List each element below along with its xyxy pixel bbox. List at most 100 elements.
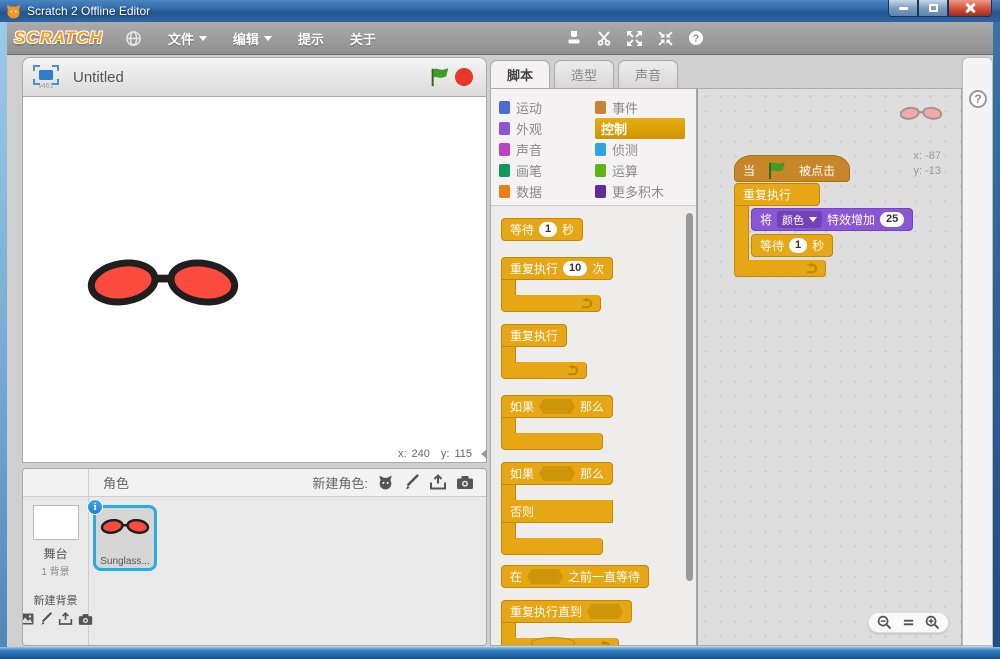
window-border-bottom (0, 647, 1000, 659)
help-strip: ? (962, 57, 993, 646)
sprite-panel: 角色 新建角色: 舞台 1 背景 新建背景 i Sunglass... (22, 468, 487, 646)
minimize-icon (898, 6, 908, 10)
backdrop-library-icon[interactable] (23, 613, 34, 625)
minimize-button[interactable] (888, 0, 918, 17)
stage-thumbnail[interactable] (32, 505, 79, 540)
block-wait-until[interactable]: 在之前一直等待 (501, 565, 650, 588)
duplicate-stamp-icon[interactable] (566, 30, 582, 46)
fullscreen-button[interactable]: v461 (33, 64, 59, 90)
loop-arrow-icon (734, 260, 826, 277)
green-flag-button[interactable] (428, 65, 452, 89)
language-globe-icon[interactable] (125, 30, 142, 47)
grow-sprite-icon[interactable] (626, 30, 643, 47)
chevron-down-icon (198, 35, 207, 41)
chevron-down-icon (263, 35, 272, 41)
svg-text:?: ? (693, 34, 699, 45)
script-stack[interactable]: 当 被点击 重复执行 将 颜色 特效增加 25 等待 1 秒 (734, 155, 914, 277)
category-looks[interactable]: 外观 (499, 118, 595, 139)
mouse-x-value: 240 (411, 447, 430, 460)
paint-new-sprite-icon[interactable] (403, 474, 420, 491)
stop-icon (455, 68, 473, 86)
stage-header: v461 Untitled (22, 57, 487, 97)
effect-dropdown[interactable]: 颜色 (777, 211, 823, 228)
tab-costumes[interactable]: 造型 (554, 60, 615, 88)
category-events[interactable]: 事件 (595, 97, 691, 118)
backdrop-count: 1 背景 (41, 567, 70, 578)
collapse-handle-icon[interactable] (481, 449, 487, 459)
category-sensing[interactable]: 侦测 (595, 139, 691, 160)
project-title: Untitled (73, 68, 124, 86)
category-motion[interactable]: 运动 (499, 97, 595, 118)
version-label: v461 (38, 82, 54, 90)
maximize-button[interactable] (918, 0, 948, 17)
menu-file[interactable]: 文件 (168, 29, 207, 48)
block-if-then-else[interactable]: 如果 那么 否则 (501, 462, 696, 555)
palette-scrollbar[interactable] (686, 213, 693, 581)
block-repeat-times[interactable]: 重复执行 10 次 (501, 257, 696, 312)
block-repeat-until[interactable]: 重复执行直到 (501, 600, 696, 645)
looks-swatch (499, 122, 510, 135)
mouse-x-label: x: (397, 447, 407, 460)
menu-about[interactable]: 关于 (350, 29, 376, 48)
menu-edit[interactable]: 编辑 (233, 29, 272, 48)
block-change-effect[interactable]: 将 颜色 特效增加 25 (751, 208, 914, 231)
delete-scissors-icon[interactable] (596, 30, 612, 46)
shrink-sprite-icon[interactable] (657, 30, 674, 47)
category-operators[interactable]: 运算 (595, 160, 691, 181)
sprite-card-sunglasses[interactable]: i Sunglass... (87, 499, 157, 571)
zoom-reset-button[interactable] (902, 616, 915, 629)
category-control-selected[interactable]: 控制 (595, 118, 685, 139)
stop-button[interactable] (452, 65, 476, 89)
camera-backdrop-icon[interactable] (78, 613, 93, 626)
help-button[interactable]: ? (969, 90, 987, 108)
sprite-watermark-thumbnail (899, 106, 943, 120)
motion-swatch (499, 101, 510, 114)
scratch-logo[interactable]: SCRATCH (14, 28, 103, 48)
sprites-title: 角色 (103, 476, 130, 491)
paint-new-backdrop-icon[interactable] (39, 612, 53, 626)
menu-tips[interactable]: 提示 (298, 29, 324, 48)
new-backdrop-label: 新建背景 (33, 595, 78, 607)
pen-swatch (499, 164, 510, 177)
sprite-info-badge[interactable]: i (87, 499, 103, 515)
stage-canvas[interactable] (22, 97, 487, 445)
category-pen[interactable]: 画笔 (499, 160, 595, 181)
block-if-then[interactable]: 如果 那么 (501, 395, 696, 450)
sprite-x: x: -87 (913, 150, 941, 162)
close-button[interactable] (948, 0, 992, 17)
category-sound[interactable]: 声音 (499, 139, 595, 160)
zoom-out-button[interactable] (877, 615, 892, 630)
category-data[interactable]: 数据 (499, 181, 595, 202)
upload-sprite-icon[interactable] (429, 474, 447, 491)
green-flag-icon (769, 161, 785, 179)
sunglasses-sprite[interactable] (85, 253, 241, 312)
tab-sounds[interactable]: 声音 (618, 60, 679, 88)
block-wait-secs[interactable]: 等待 1 秒 (501, 218, 584, 241)
mouse-coords-strip: x: 240 y: 115 (22, 445, 487, 463)
upload-backdrop-icon[interactable] (58, 612, 73, 626)
operators-swatch (595, 164, 606, 177)
boolean-slot (527, 569, 564, 584)
camera-sprite-icon[interactable] (456, 475, 474, 490)
loop-arrow-icon (501, 295, 601, 312)
data-swatch (499, 185, 510, 198)
category-selector: 运动 外观 声音 画笔 数据 事件 控制 侦测 运算 更多积木 (491, 89, 696, 205)
script-area[interactable]: x: -87 y: -13 当 被点击 重复执行 将 颜色 特效增加 25 等待… (697, 88, 962, 646)
zoom-in-button[interactable] (925, 615, 940, 630)
block-forever[interactable]: 重复执行 (501, 324, 696, 379)
block-wait-secs-script[interactable]: 等待 1 秒 (751, 234, 834, 257)
sprite-panel-header: 角色 新建角色: (23, 469, 486, 497)
sprite-library-icon[interactable] (377, 474, 394, 491)
sprite-position-readout: x: -87 y: -13 (913, 149, 941, 179)
app-icon (6, 4, 21, 19)
category-more-blocks[interactable]: 更多积木 (595, 181, 691, 202)
events-swatch (595, 101, 606, 114)
stage-label: 舞台 (43, 547, 68, 561)
tab-scripts[interactable]: 脚本 (490, 60, 551, 88)
block-forever-script[interactable]: 重复执行 将 颜色 特效增加 25 等待 1 秒 (734, 183, 914, 277)
stage-column: 舞台 1 背景 新建背景 (23, 497, 92, 645)
block-help-icon[interactable]: ? (688, 30, 704, 46)
new-sprite-label: 新建角色: (312, 476, 368, 491)
fullscreen-icon (33, 64, 59, 85)
block-when-flag-clicked[interactable]: 当 被点击 (734, 155, 851, 182)
